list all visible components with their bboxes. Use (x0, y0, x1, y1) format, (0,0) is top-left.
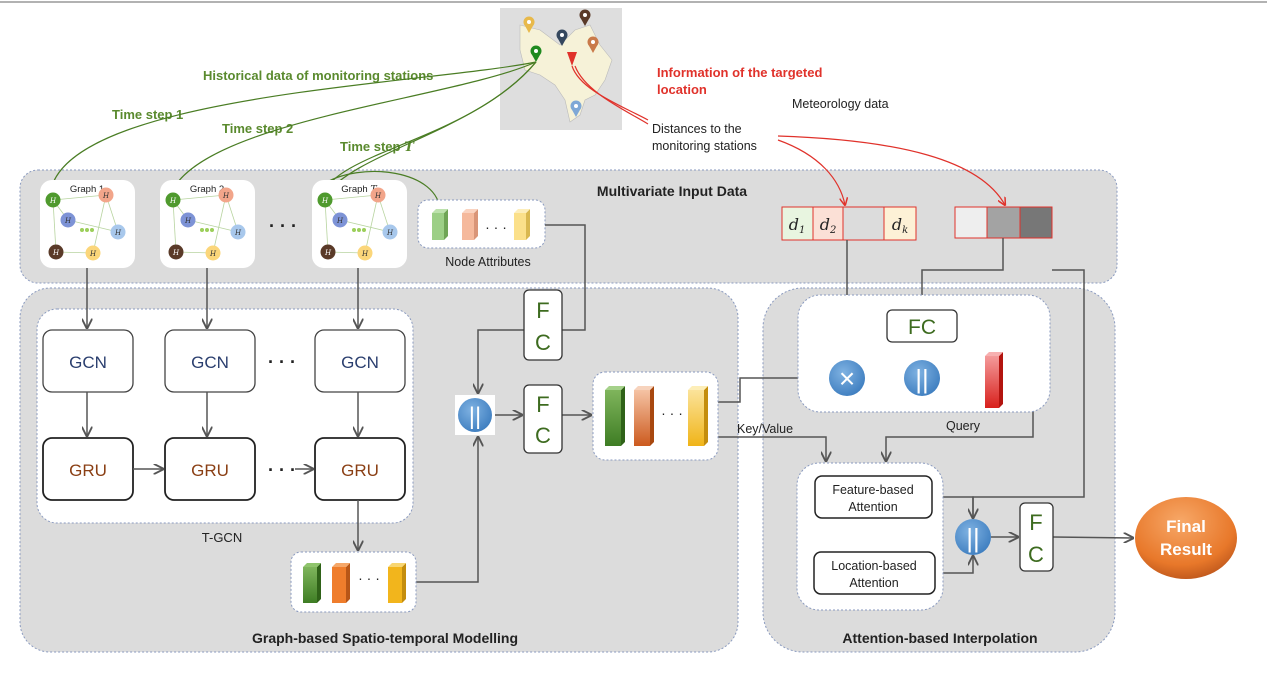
stgm-panel-title: Graph-based Spatio-temporal Modelling (252, 630, 518, 646)
svg-text:GRU: GRU (69, 461, 107, 480)
embed-ellipsis: · · · (661, 405, 683, 421)
svg-text:H: H (172, 249, 180, 257)
node-attributes-label: Node Attributes (445, 255, 530, 269)
svg-text:H: H (222, 192, 230, 200)
query-vector-red (985, 352, 1003, 408)
svg-text:H: H (234, 229, 242, 237)
node-attr-ellipsis: · · · (485, 219, 507, 235)
architecture-diagram: Multivariate Input Data Graph-based Spat… (0, 0, 1267, 675)
time-step-1-label: Time step 1 (112, 107, 183, 122)
final-result-text-1: Final (1166, 517, 1206, 536)
output-ellipsis: · · · (358, 570, 380, 586)
svg-text:H: H (321, 197, 329, 205)
svg-text:H: H (374, 192, 382, 200)
embed-cube-yellow (688, 386, 708, 446)
target-info-label-1: Information of the targeted (657, 65, 822, 80)
multiply-symbol: × (839, 363, 855, 394)
output-cube-yellow (388, 563, 406, 603)
svg-text:H: H (169, 197, 177, 205)
svg-text:H: H (336, 217, 344, 225)
svg-text:H: H (386, 229, 394, 237)
graph-card-2: Graph 2HHHHH H (160, 180, 255, 268)
node-attr-cube-green (432, 209, 448, 240)
feature-attn-text-1: Feature-based (832, 483, 913, 497)
output-cube-green (303, 563, 321, 603)
key-value-label: Key/Value (737, 422, 793, 436)
fc1-letter-f: F (536, 298, 549, 323)
tgcn-label: T-GCN (202, 530, 242, 545)
distances-label-1: Distances to the (652, 122, 742, 136)
graph-card-3: Graph THHHHHH (312, 180, 407, 268)
fc2-letter-f: F (536, 392, 549, 417)
final-result-text-2: Result (1160, 540, 1212, 559)
distances-label-2: monitoring stations (652, 139, 757, 153)
gru-box-1: GRU (42, 437, 134, 501)
output-cube-orange (332, 563, 350, 603)
fc2-letter-c: C (535, 423, 551, 448)
location-attn-text-2: Attention (849, 576, 898, 590)
svg-text:H: H (52, 249, 60, 257)
graphs-ellipsis: · · · (269, 216, 297, 236)
fc-final-c: C (1028, 542, 1044, 567)
svg-text:H: H (361, 250, 369, 258)
svg-text:H: H (209, 250, 217, 258)
query-label: Query (946, 419, 981, 433)
distance-vector: d1 d2 dk (781, 206, 917, 241)
location-attn-text-1: Location-based (831, 559, 917, 573)
svg-text:GCN: GCN (191, 353, 229, 372)
time-step-t-label: Time step T (340, 139, 415, 155)
svg-text:H: H (49, 197, 57, 205)
svg-text:H: H (184, 217, 192, 225)
final-result (1135, 497, 1237, 579)
svg-text:H: H (102, 192, 110, 200)
fc-meteorology-label: FC (908, 316, 936, 339)
target-info-label-2: location (657, 82, 707, 97)
svg-text:H: H (324, 249, 332, 257)
embed-cube-green (605, 386, 625, 446)
fc-final-f: F (1029, 510, 1042, 535)
input-panel-title: Multivariate Input Data (597, 183, 747, 199)
meteorology-vector (954, 206, 1053, 239)
gcn-box-3: GCN (314, 329, 406, 393)
svg-text:GCN: GCN (69, 353, 107, 372)
query-concat-symbol: || (915, 364, 929, 394)
gcn-box-2: GCN (164, 329, 256, 393)
gru-ellipsis: · · · (268, 460, 296, 480)
concat-symbol: || (469, 403, 481, 430)
svg-text:GRU: GRU (191, 461, 229, 480)
fc1-letter-c: C (535, 330, 551, 355)
gcn-box-1: GCN (42, 329, 134, 393)
attn-panel-title: Attention-based Interpolation (842, 630, 1037, 646)
embed-cube-orange (634, 386, 654, 446)
svg-text:GCN: GCN (341, 353, 379, 372)
svg-text:H: H (89, 250, 97, 258)
gru-box-3: GRU (314, 437, 406, 501)
svg-text:H: H (114, 229, 122, 237)
attention-concat-symbol: || (966, 523, 980, 553)
gcn-ellipsis: · · · (268, 352, 296, 372)
node-attr-cube-pink (462, 209, 478, 240)
gru-box-2: GRU (164, 437, 256, 501)
meteorology-label: Meteorology data (792, 97, 889, 111)
node-attr-cube-yellow (514, 209, 530, 240)
svg-text:H: H (64, 217, 72, 225)
graph-card-1: Graph 1HHHHH H (40, 180, 135, 268)
historical-data-label: Historical data of monitoring stations (203, 68, 433, 83)
svg-text:GRU: GRU (341, 461, 379, 480)
feature-attn-text-2: Attention (848, 500, 897, 514)
